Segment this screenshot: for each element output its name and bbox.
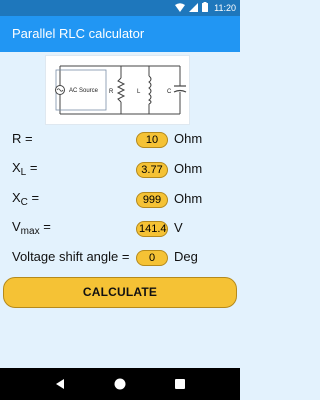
xc-label-text: XC = bbox=[12, 190, 40, 208]
app-title: Parallel RLC calculator bbox=[12, 26, 145, 41]
xl-input[interactable]: 3.77 bbox=[136, 162, 168, 178]
capacitor-symbol bbox=[173, 85, 187, 93]
r-label-text: R = bbox=[12, 131, 33, 146]
ac-source-symbol bbox=[55, 85, 65, 95]
r-unit: Ohm bbox=[174, 131, 203, 146]
wifi-icon bbox=[175, 2, 186, 14]
ac-source-label: AC Source bbox=[69, 88, 99, 94]
vmax-unit: V bbox=[174, 220, 183, 235]
navigation-bar bbox=[0, 368, 240, 400]
xl-unit: Ohm bbox=[174, 161, 203, 176]
xc-row: XC = 999 Ohm bbox=[0, 190, 240, 214]
status-bar: 11:20 bbox=[0, 0, 240, 16]
r-label: R bbox=[109, 89, 114, 95]
r-row: R = 10 Ohm bbox=[0, 130, 240, 154]
shift-row: Voltage shift angle = 0 Deg bbox=[0, 248, 240, 272]
shift-input[interactable]: 0 bbox=[136, 250, 168, 266]
xc-input[interactable]: 999 bbox=[136, 192, 168, 208]
recents-icon[interactable] bbox=[172, 376, 188, 392]
vmax-row: Vmax = 141.4 V bbox=[0, 219, 240, 243]
clock: 11:20 bbox=[214, 3, 236, 13]
r-input[interactable]: 10 bbox=[136, 132, 168, 148]
xl-label-text: XL = bbox=[12, 160, 38, 178]
battery-icon bbox=[202, 2, 209, 14]
xc-unit: Ohm bbox=[174, 191, 203, 206]
inductor-symbol bbox=[148, 75, 152, 105]
c-label: C bbox=[167, 89, 172, 95]
shift-unit: Deg bbox=[174, 249, 198, 264]
vmax-input[interactable]: 141.4 bbox=[136, 221, 168, 237]
back-icon[interactable] bbox=[52, 376, 68, 392]
calculate-button[interactable]: CALCULATE bbox=[3, 277, 237, 308]
l-label: L bbox=[137, 89, 141, 95]
home-icon[interactable] bbox=[112, 376, 128, 392]
xl-row: XL = 3.77 Ohm bbox=[0, 160, 240, 184]
shift-label-text: Voltage shift angle = bbox=[12, 249, 130, 264]
circuit-diagram: AC Source R L C bbox=[45, 55, 190, 125]
app-bar: Parallel RLC calculator bbox=[0, 16, 240, 52]
signal-icon bbox=[189, 2, 199, 14]
vmax-label-text: Vmax = bbox=[12, 219, 51, 237]
resistor-symbol bbox=[116, 77, 126, 103]
